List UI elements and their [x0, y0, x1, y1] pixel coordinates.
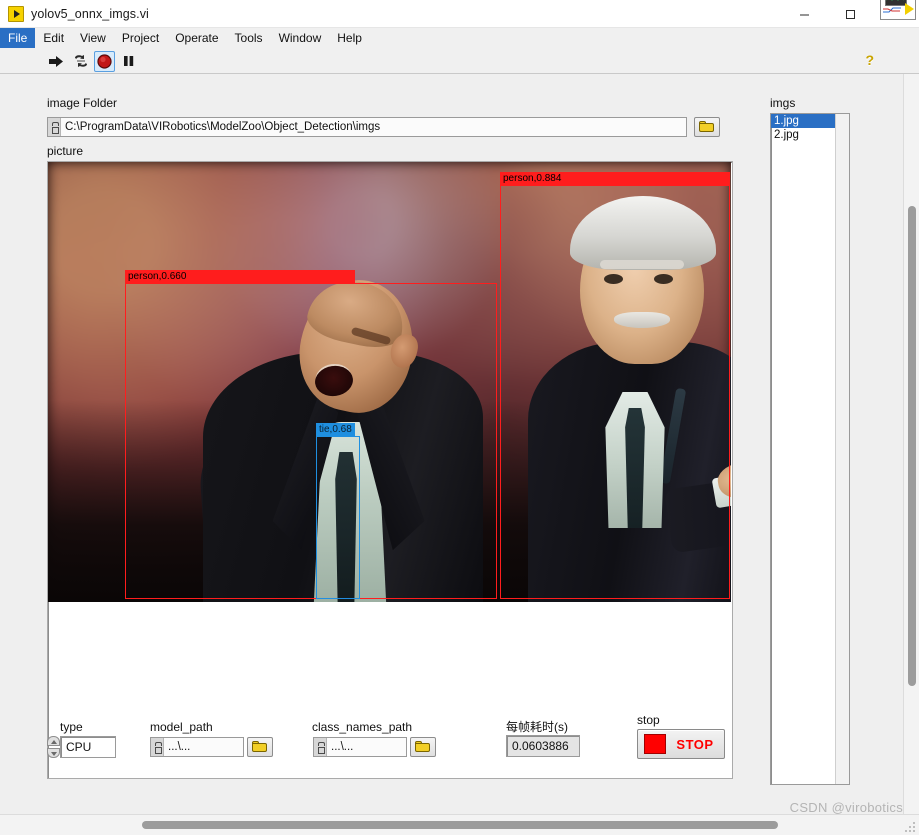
frame-time-label: 每帧耗时(s): [506, 720, 568, 734]
type-enum-control[interactable]: CPU: [47, 736, 116, 758]
class-names-path-browse-button[interactable]: [410, 737, 436, 757]
imgs-listbox[interactable]: 1.jpg 2.jpg: [770, 113, 850, 785]
increment-arrow-icon[interactable]: [47, 736, 60, 746]
context-help-icon[interactable]: ?: [865, 52, 874, 68]
detection-result-image: person,0.660 person,0.884 tie,0.68: [48, 162, 731, 602]
frame-time-indicator: 0.0603886: [506, 735, 580, 757]
run-continuously-icon[interactable]: [70, 51, 91, 72]
type-increment-decrement[interactable]: [47, 736, 60, 758]
vertical-scrollbar-thumb[interactable]: [908, 206, 916, 686]
front-panel-canvas: image Folder C:\ProgramData\VIRobotics\M…: [0, 74, 903, 814]
image-folder-label: image Folder: [47, 96, 118, 110]
path-glyph-icon: [48, 118, 61, 136]
menu-item-file[interactable]: File: [0, 28, 36, 48]
stop-button[interactable]: STOP: [637, 729, 725, 759]
folder-browse-icon: [415, 741, 431, 753]
maximize-button[interactable]: [827, 0, 873, 28]
menu-item-project[interactable]: Project: [114, 28, 167, 48]
path-glyph-icon: [314, 738, 327, 756]
model-path-value: ...\...: [168, 741, 191, 753]
type-label: type: [60, 720, 83, 734]
person-right-figure: [518, 186, 731, 602]
decrement-arrow-icon[interactable]: [47, 748, 60, 758]
class-names-path-input[interactable]: ...\...: [313, 737, 407, 757]
folder-browse-icon: [699, 121, 715, 133]
path-glyph-icon: [151, 738, 164, 756]
menu-item-window[interactable]: Window: [271, 28, 330, 48]
class-names-path-value: ...\...: [331, 741, 354, 753]
pause-icon[interactable]: [118, 51, 139, 72]
model-path-browse-button[interactable]: [247, 737, 273, 757]
menu-item-operate[interactable]: Operate: [167, 28, 226, 48]
menu-item-edit[interactable]: Edit: [35, 28, 72, 48]
menu-bar: File Edit View Project Operate Tools Win…: [0, 28, 919, 48]
stop-led-icon: [644, 734, 666, 754]
picture-label: picture: [47, 144, 84, 158]
minimize-button[interactable]: [781, 0, 827, 28]
model-path-label: model_path: [150, 720, 213, 734]
folder-browse-icon: [252, 741, 268, 753]
stop-label: stop: [637, 713, 660, 727]
horizontal-scrollbar-thumb[interactable]: [142, 821, 778, 829]
panel-horizontal-scrollbar[interactable]: [0, 814, 919, 835]
menu-item-tools[interactable]: Tools: [227, 28, 271, 48]
menu-item-help[interactable]: Help: [329, 28, 370, 48]
labview-front-panel-window: yolov5_onnx_imgs.vi File Edit View Proje…: [0, 0, 919, 835]
image-folder-path-input[interactable]: C:\ProgramData\VIRobotics\ModelZoo\Objec…: [47, 117, 687, 137]
resize-grip-icon[interactable]: [904, 821, 917, 834]
labview-vi-icon: [8, 5, 24, 22]
vi-toolbar: ?: [0, 48, 919, 74]
imgs-listbox-scrollbar[interactable]: [835, 114, 849, 784]
person-left-figure: [197, 269, 483, 602]
menu-item-view[interactable]: View: [72, 28, 114, 48]
window-title: yolov5_onnx_imgs.vi: [31, 6, 149, 21]
vi-icon-thumbnail[interactable]: [880, 0, 916, 20]
picture-indicator[interactable]: person,0.660 person,0.884 tie,0.68: [47, 161, 733, 779]
model-path-input[interactable]: ...\...: [150, 737, 244, 757]
image-folder-browse-button[interactable]: [694, 117, 720, 137]
stop-button-label: STOP: [676, 736, 714, 752]
run-arrow-icon[interactable]: [46, 51, 67, 72]
title-bar: yolov5_onnx_imgs.vi: [0, 0, 919, 28]
type-value[interactable]: CPU: [60, 736, 116, 758]
image-folder-path-value: C:\ProgramData\VIRobotics\ModelZoo\Objec…: [65, 121, 381, 133]
csdn-watermark: CSDN @virobotics: [789, 800, 903, 815]
abort-execution-icon[interactable]: [94, 50, 115, 72]
class-names-path-label: class_names_path: [312, 720, 413, 734]
imgs-label: imgs: [770, 96, 796, 110]
panel-vertical-scrollbar[interactable]: [903, 74, 919, 816]
